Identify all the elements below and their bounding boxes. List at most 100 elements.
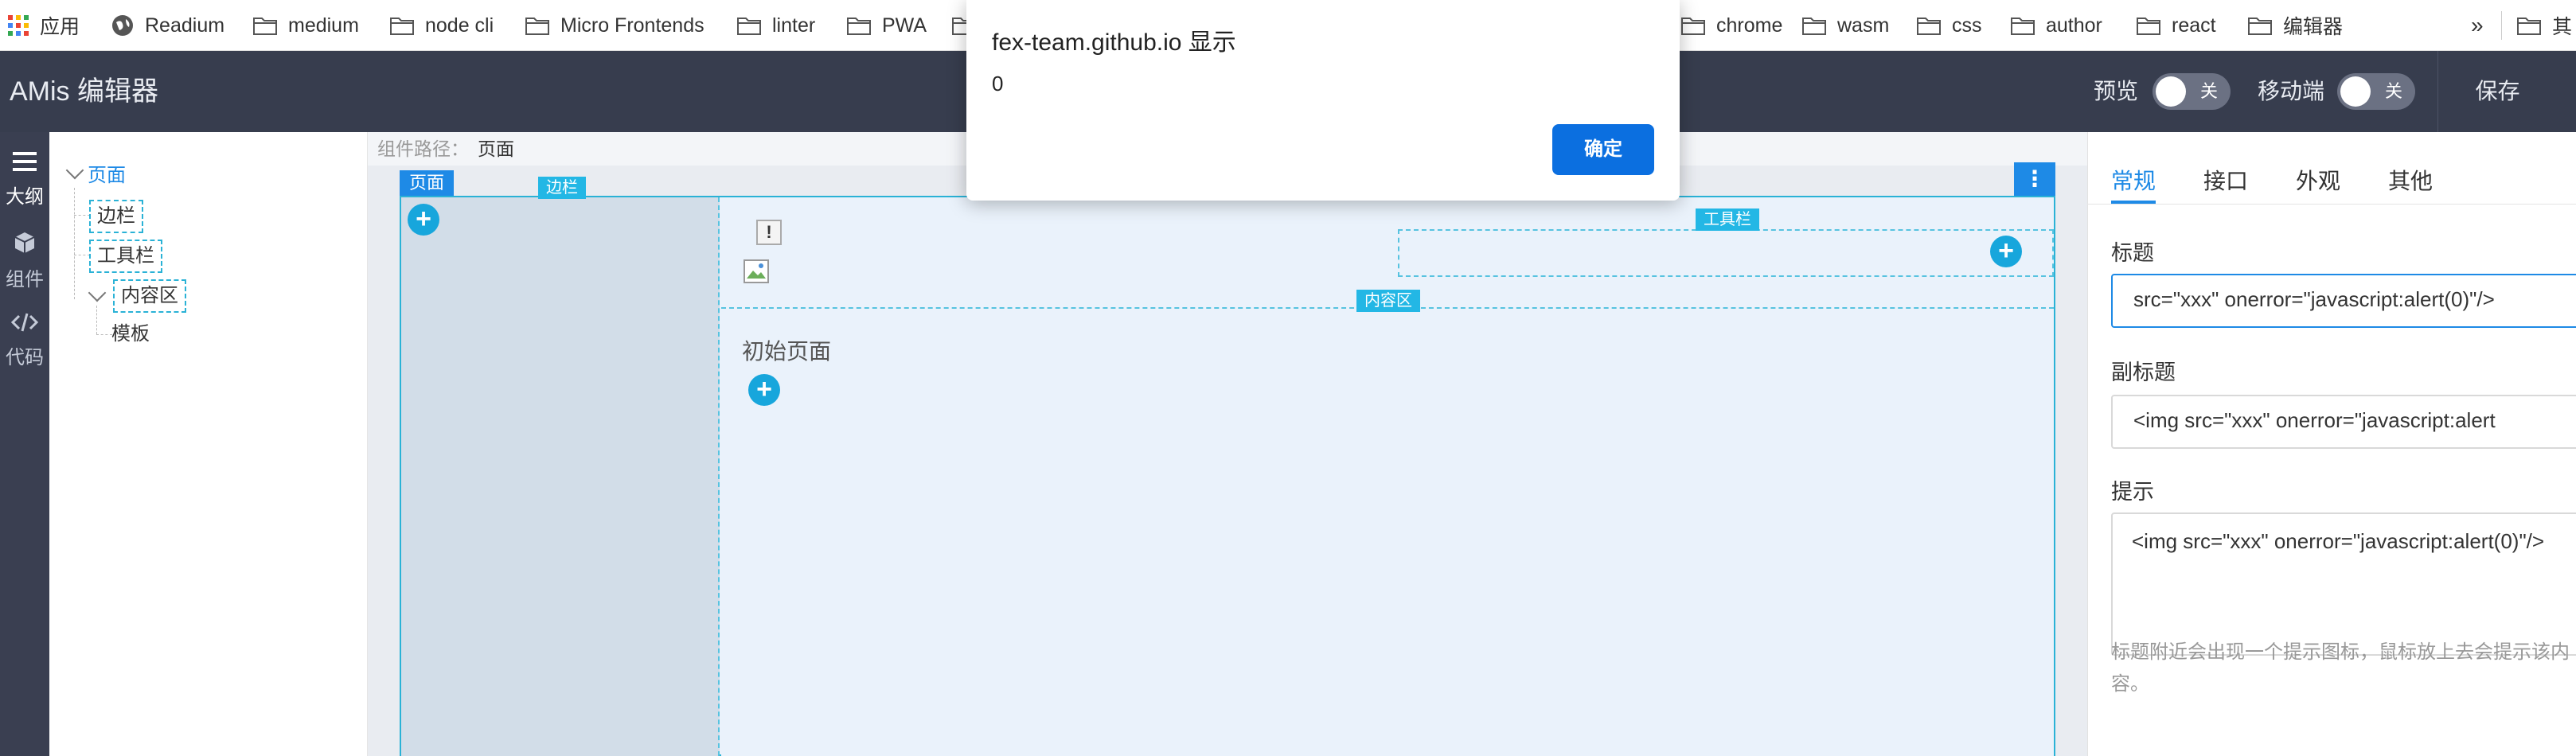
bookmarks-overflow-button[interactable]: » (2471, 0, 2484, 51)
nav-label: 组件 (6, 269, 44, 290)
bookmark-readium[interactable]: Readium (111, 0, 224, 51)
bookmark-folder-react[interactable]: react (2137, 0, 2216, 51)
cube-icon (13, 232, 37, 259)
folder-icon (847, 16, 871, 35)
nav-label: 大纲 (6, 186, 44, 208)
tree-node-tpl[interactable]: 模板 (105, 319, 156, 349)
nav-components[interactable]: 组件 (0, 231, 49, 291)
bookmark-label: Readium (145, 14, 225, 37)
aside-region[interactable] (401, 197, 720, 756)
add-to-content-button[interactable]: + (748, 374, 780, 406)
content-tag[interactable]: 内容区 (1356, 290, 1420, 312)
app-title: AMis 编辑器 (10, 76, 158, 107)
bookmark-label: 应用 (40, 16, 80, 38)
content-region[interactable] (721, 310, 2054, 756)
bookmark-label: Micro Frontends (560, 14, 704, 37)
folder-icon (390, 16, 414, 35)
folder-icon (2517, 16, 2541, 35)
add-to-aside-button[interactable]: + (408, 204, 439, 236)
code-icon (10, 313, 39, 337)
bookmark-folder-micro-frontends[interactable]: Micro Frontends (525, 0, 704, 51)
toggle-text: 关 (2384, 81, 2402, 101)
bookmark-label: linter (772, 14, 816, 37)
bookmark-folder-other[interactable]: 其 (2517, 0, 2572, 51)
tree-line (96, 306, 97, 334)
tabs-divider (2087, 204, 2576, 205)
tab-api[interactable]: 接口 (2203, 164, 2248, 196)
hint-description: 标题附近会出现一个提示图标，鼠标放上去会提示该内容。 (2111, 641, 2570, 695)
folder-icon (1681, 16, 1705, 35)
mobile-toggle[interactable]: 关 (2337, 73, 2415, 110)
nav-label: 代码 (6, 347, 44, 368)
nav-outline[interactable]: 大纲 (0, 151, 49, 208)
title-input[interactable]: src="xxx" onerror="javascript:alert(0)"/… (2111, 274, 2576, 328)
tab-general[interactable]: 常规 (2111, 164, 2156, 196)
remark-icon[interactable]: ! (756, 220, 782, 245)
bookmark-apps[interactable]: 应用 (8, 0, 80, 51)
hint-label: 提示 (2111, 480, 2154, 504)
menu-icon (13, 152, 37, 177)
bookmark-label: PWA (882, 14, 927, 37)
toolbar-tag[interactable]: 工具栏 (1696, 208, 1759, 231)
tree-node-content[interactable]: 内容区 (113, 279, 186, 313)
bookmark-folder-linter[interactable]: linter (737, 0, 815, 51)
mobile-label: 移动端 (2258, 79, 2325, 103)
bookmark-folder-chrome[interactable]: chrome (1681, 0, 1782, 51)
tree-line (74, 188, 75, 299)
tree-node-page[interactable]: 页面 (81, 161, 132, 191)
bookmark-folder-editor[interactable]: 编辑器 (2248, 0, 2343, 51)
folder-icon (1917, 16, 1941, 35)
bookmark-label: 编辑器 (2283, 16, 2344, 38)
dialog-ok-button[interactable]: 确定 (1552, 124, 1654, 175)
folder-icon (737, 16, 761, 35)
tree-node-aside[interactable]: 边栏 (89, 200, 143, 233)
tab-appearance[interactable]: 外观 (2296, 164, 2340, 196)
path-value[interactable]: 页面 (478, 132, 514, 166)
alert-dialog: fex-team.github.io 显示 0 确定 (966, 0, 1680, 201)
bookmark-label: author (2046, 14, 2102, 37)
preview-label: 预览 (2094, 79, 2139, 103)
folder-icon (1802, 16, 1826, 35)
bookmarks-divider (2501, 11, 2502, 40)
save-button[interactable]: 保存 (2437, 51, 2557, 132)
more-icon[interactable]: ⋮ (2014, 162, 2055, 196)
tree-node-toolbar[interactable]: 工具栏 (89, 240, 162, 273)
dialog-message: 0 (992, 72, 1004, 95)
bookmark-folder-medium[interactable]: medium (253, 0, 359, 51)
subtitle-label: 副标题 (2111, 360, 2176, 384)
bookmark-label: chrome (1716, 14, 1783, 37)
title-label: 标题 (2111, 241, 2154, 265)
bookmark-folder-wasm[interactable]: wasm (1802, 0, 1889, 51)
bookmark-label: react (2172, 14, 2216, 37)
nav-code[interactable]: 代码 (0, 312, 49, 369)
dialog-title: fex-team.github.io 显示 (992, 29, 1236, 56)
bookmark-folder-css[interactable]: css (1917, 0, 1982, 51)
add-to-toolbar-button[interactable]: + (1990, 236, 2022, 267)
bookmark-label: css (1952, 14, 1982, 37)
broken-image-icon (744, 259, 769, 283)
bookmark-label: 其 (2552, 16, 2573, 38)
toggle-text: 关 (2199, 81, 2218, 101)
apps-grid-icon (8, 15, 29, 36)
folder-icon (2137, 16, 2160, 35)
toolbar-dropzone[interactable] (1398, 229, 2054, 277)
bookmark-label: medium (288, 14, 359, 37)
page-tag[interactable]: 页面 (400, 170, 455, 196)
subtitle-input[interactable]: <img src="xxx" onerror="javascript:alert (2111, 395, 2576, 449)
globe-icon (111, 14, 134, 37)
aside-tag[interactable]: 边栏 (538, 177, 586, 199)
bookmark-folder-node-cli[interactable]: node cli (390, 0, 494, 51)
initial-page-text: 初始页面 (742, 339, 832, 364)
hint-textarea[interactable]: <img src="xxx" onerror="javascript:alert… (2111, 512, 2576, 656)
folder-icon (2011, 16, 2035, 35)
bookmark-folder-author[interactable]: author (2011, 0, 2102, 51)
folder-icon (2248, 16, 2272, 35)
preview-toggle[interactable]: 关 (2153, 73, 2231, 110)
path-label: 组件路径： (377, 138, 469, 159)
folder-icon (253, 16, 277, 35)
bookmark-folder-pwa[interactable]: PWA (847, 0, 927, 51)
tab-other[interactable]: 其他 (2388, 164, 2433, 196)
tree-line (74, 215, 90, 216)
folder-icon (525, 16, 549, 35)
toggle-knob (2340, 76, 2371, 107)
